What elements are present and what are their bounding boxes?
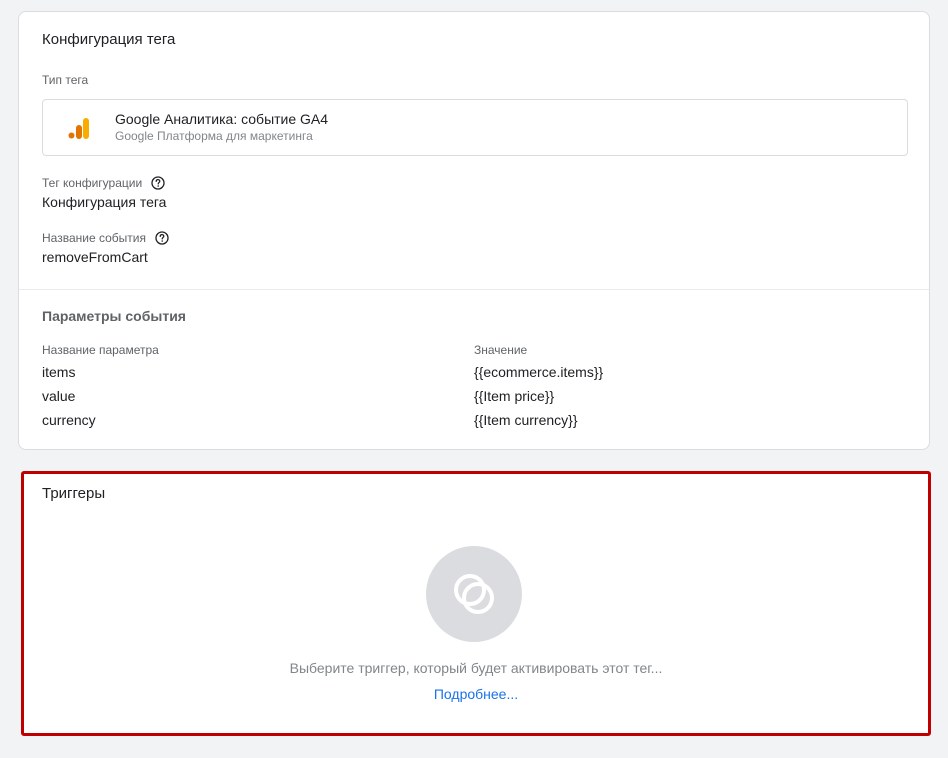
tag-configuration-card: Конфигурация тега Тип тега Google Аналит…: [18, 11, 930, 450]
config-tag-value: Конфигурация тега: [42, 194, 167, 210]
tag-type-label: Тип тега: [42, 73, 89, 87]
divider: [19, 289, 929, 290]
param-value-cell: {{ecommerce.items}}: [474, 364, 604, 380]
param-name-column-header: Название параметра: [42, 343, 159, 357]
param-name-cell: value: [42, 388, 76, 404]
event-name-label: Название события: [42, 231, 146, 245]
add-trigger-button[interactable]: [426, 546, 522, 642]
event-params-title: Параметры события: [42, 308, 186, 324]
tag-type-platform: Google Платформа для маркетинга: [115, 129, 313, 143]
tag-configuration-title: Конфигурация тега: [42, 31, 176, 48]
param-name-cell: currency: [42, 412, 96, 428]
trigger-empty-text: Выберите триггер, который будет активиро…: [289, 660, 663, 676]
param-value-column-header: Значение: [474, 343, 528, 357]
google-analytics-icon: [68, 118, 89, 139]
help-icon[interactable]: [155, 231, 169, 245]
config-tag-label-row: Тег конфигурации: [42, 176, 165, 190]
help-icon[interactable]: [151, 176, 165, 190]
learn-more-link[interactable]: Подробнее...: [434, 686, 518, 702]
event-name-value: removeFromCart: [42, 249, 148, 265]
trigger-circles-icon: [454, 574, 494, 614]
tag-type-selector[interactable]: Google Аналитика: событие GA4 Google Пла…: [42, 99, 908, 156]
param-value-cell: {{Item price}}: [474, 388, 555, 404]
triggers-title: Триггеры: [42, 485, 106, 502]
config-tag-label: Тег конфигурации: [42, 176, 143, 190]
param-name-cell: items: [42, 364, 76, 380]
param-value-cell: {{Item currency}}: [474, 412, 578, 428]
tag-type-name: Google Аналитика: событие GA4: [115, 111, 329, 127]
event-name-label-row: Название события: [42, 231, 169, 245]
triggers-card[interactable]: Триггеры Выберите триггер, который будет…: [21, 471, 931, 736]
learn-more-link-row: Подробнее...: [24, 686, 928, 702]
